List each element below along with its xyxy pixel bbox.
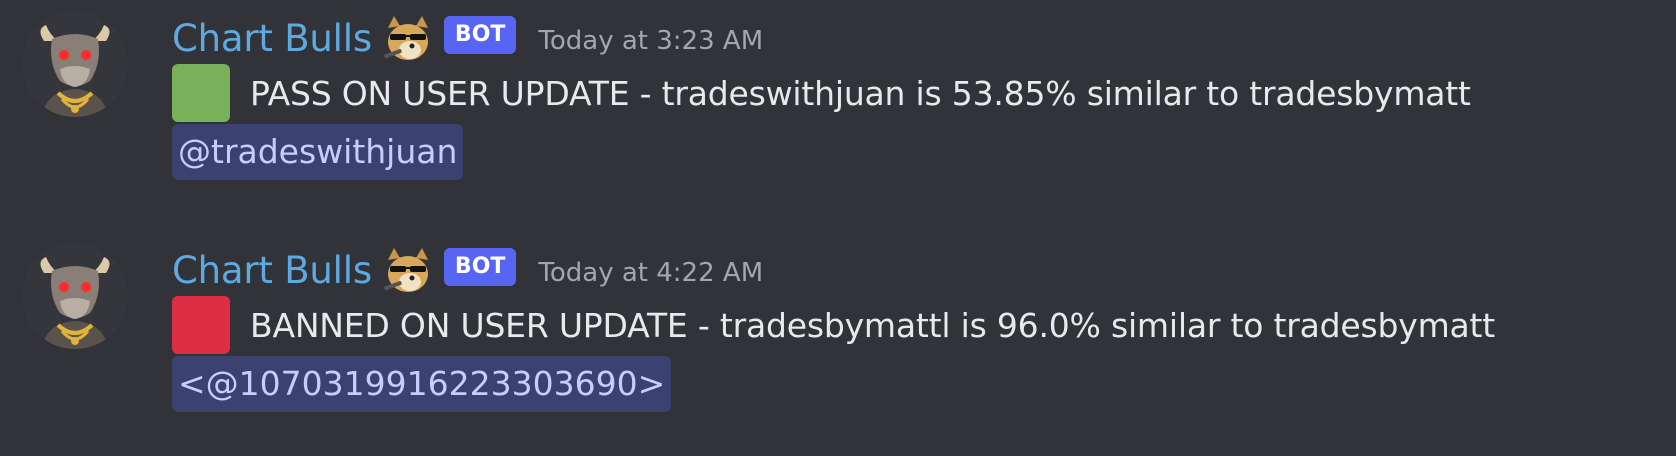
message-item: Chart Bulls BOT Today at 4:22 AM BANNED … <box>0 232 1676 456</box>
bot-badge: BOT <box>443 248 517 286</box>
message-item: Chart Bulls BOT Today at 3:23 AM PASS ON… <box>0 0 1676 224</box>
bull-avatar-icon[interactable] <box>22 243 128 349</box>
message-header: Chart Bulls BOT Today at 3:23 AM <box>172 10 763 66</box>
message-text: PASS ON USER UPDATE - tradeswithjuan is … <box>250 73 1471 113</box>
timestamp[interactable]: Today at 4:22 AM <box>538 258 763 288</box>
timestamp[interactable]: Today at 3:23 AM <box>538 26 763 56</box>
bot-badge: BOT <box>443 16 517 54</box>
username[interactable]: Chart Bulls <box>172 17 372 60</box>
user-mention[interactable]: @tradeswithjuan <box>172 124 464 180</box>
username[interactable]: Chart Bulls <box>172 249 372 292</box>
green-square-emoji <box>172 64 230 122</box>
bull-avatar-icon[interactable] <box>22 11 128 117</box>
message-header: Chart Bulls BOT Today at 4:22 AM <box>172 242 763 298</box>
user-mention[interactable]: <@1070319916223303690> <box>172 356 672 412</box>
doge-emoji-icon <box>382 244 434 296</box>
message-content: PASS ON USER UPDATE - tradeswithjuan is … <box>172 64 1471 122</box>
message-text: BANNED ON USER UPDATE - tradesbymattl is… <box>250 305 1496 345</box>
doge-emoji-icon <box>382 12 434 64</box>
red-square-emoji <box>172 296 230 354</box>
message-content: BANNED ON USER UPDATE - tradesbymattl is… <box>172 296 1495 354</box>
